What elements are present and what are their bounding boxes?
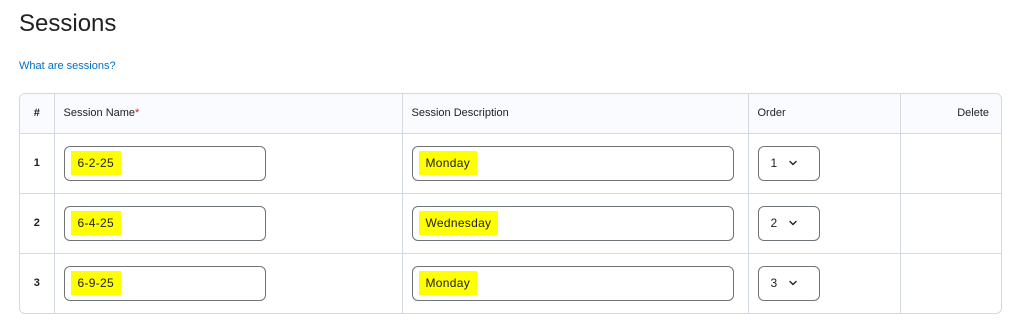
order-select[interactable]: 2 [757, 205, 820, 241]
sessions-table: # Session Name* Session Description Orde… [19, 93, 1002, 314]
table-header-row: # Session Name* Session Description Orde… [20, 94, 1001, 134]
session-name-input[interactable]: 6-9-25 [63, 265, 266, 301]
session-description-input[interactable]: Wednesday [411, 205, 734, 241]
session-description-input[interactable]: Monday [411, 265, 734, 301]
order-select[interactable]: 1 [757, 145, 820, 181]
order-value: 2 [770, 216, 778, 230]
header-order: Order [748, 94, 901, 134]
session-name-input[interactable]: 6-2-25 [63, 145, 266, 181]
delete-cell [900, 193, 1001, 254]
session-description-value: Wednesday [418, 211, 499, 235]
order-cell: 1 [748, 133, 901, 194]
sessions-page: Sessions What are sessions? # Session Na… [0, 0, 1024, 329]
order-select[interactable]: 3 [757, 265, 820, 301]
chevron-down-icon [789, 220, 797, 226]
row-number: 1 [20, 133, 55, 194]
session-description-cell: Monday [402, 253, 749, 313]
session-name-cell: 6-9-25 [54, 253, 403, 313]
session-name-input[interactable]: 6-4-25 [63, 205, 266, 241]
session-name-value: 6-4-25 [70, 211, 121, 235]
session-description-cell: Monday [402, 133, 749, 194]
delete-cell [900, 133, 1001, 194]
table-row: 2 6-4-25 Wednesday 2 [20, 193, 1001, 254]
session-name-cell: 6-2-25 [54, 133, 403, 194]
session-description-value: Monday [418, 271, 477, 296]
session-name-cell: 6-4-25 [54, 193, 403, 254]
header-session-name: Session Name* [54, 94, 403, 134]
page-title: Sessions [19, 10, 117, 37]
what-are-sessions-link[interactable]: What are sessions? [19, 60, 116, 72]
table-row: 3 6-9-25 Monday 3 [20, 253, 1001, 313]
session-description-value: Monday [418, 151, 477, 175]
session-description-cell: Wednesday [402, 193, 749, 254]
chevron-down-icon [789, 160, 797, 166]
header-number: # [20, 94, 55, 134]
header-session-name-label: Session Name [63, 107, 136, 120]
order-value: 3 [770, 276, 778, 291]
order-cell: 3 [748, 253, 901, 313]
order-value: 1 [770, 156, 778, 170]
delete-cell [900, 253, 1001, 313]
chevron-down-icon [789, 281, 797, 286]
session-description-input[interactable]: Monday [411, 145, 734, 181]
session-name-value: 6-2-25 [70, 151, 121, 175]
header-delete: Delete [900, 94, 1001, 134]
required-marker: * [135, 107, 140, 120]
row-number: 3 [20, 253, 55, 313]
session-name-value: 6-9-25 [70, 271, 121, 296]
order-cell: 2 [748, 193, 901, 254]
header-session-description: Session Description [402, 94, 749, 134]
row-number: 2 [20, 193, 55, 254]
table-row: 1 6-2-25 Monday 1 [20, 133, 1001, 194]
